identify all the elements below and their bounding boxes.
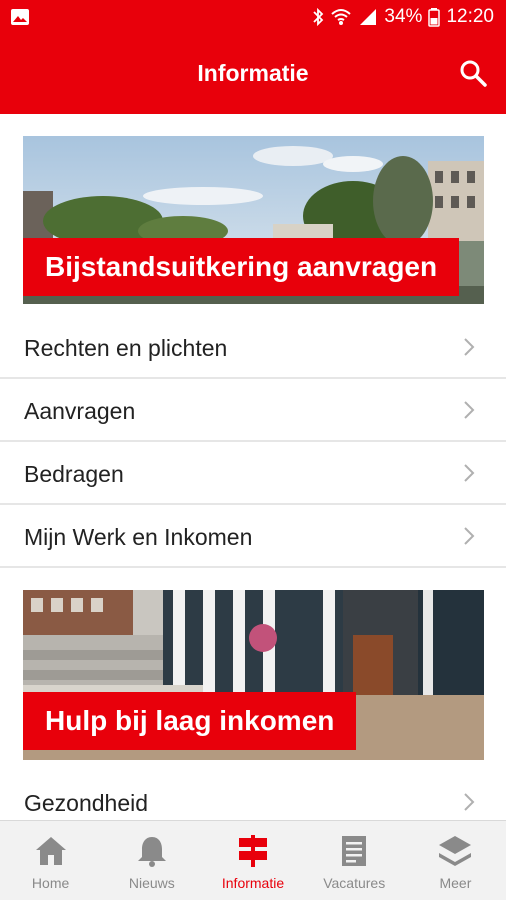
signpost-icon [239, 835, 267, 867]
nav-label: Home [31, 875, 70, 891]
nav-label: Informatie [221, 875, 285, 891]
chevron-right-icon [464, 464, 475, 482]
layers-icon [439, 836, 472, 866]
page-title: Informatie [197, 60, 309, 86]
chevron-right-icon [464, 338, 475, 356]
signal-icon [360, 9, 377, 25]
list-item-label: Bedragen [24, 461, 124, 487]
app-bar: Informatie [0, 34, 506, 114]
bell-icon [137, 837, 166, 867]
nav-nieuws[interactable]: Nieuws [101, 821, 202, 900]
nav-label: Nieuws [128, 875, 175, 891]
banner-bijstandsuitkering[interactable]: Bijstandsuitkering aanvragen [23, 136, 484, 304]
list-item-mijn-werk-en-inkomen[interactable]: Mijn Werk en Inkomen [0, 505, 506, 568]
battery-percentage: 34% [384, 6, 423, 27]
list-item-label: Mijn Werk en Inkomen [24, 524, 253, 550]
banner-label: Hulp bij laag inkomen [23, 692, 357, 750]
nav-label: Meer [439, 875, 472, 891]
nav-informatie[interactable]: Informatie [202, 821, 303, 900]
nav-home[interactable]: Home [0, 821, 101, 900]
list-item-label: Aanvragen [24, 398, 136, 424]
home-icon [35, 837, 66, 865]
banner-label: Bijstandsuitkering aanvragen [23, 238, 460, 296]
list-item-rechten-en-plichten[interactable]: Rechten en plichten [0, 316, 506, 379]
chevron-right-icon [464, 527, 475, 545]
bottom-navigation: Home Nieuws Informatie Vacatures Meer [0, 820, 506, 900]
list-item-label: Gezondheid [24, 790, 149, 816]
gallery-icon [11, 9, 29, 25]
chevron-right-icon [464, 401, 475, 419]
list-item-aanvragen[interactable]: Aanvragen [0, 379, 506, 442]
chevron-right-icon [464, 793, 475, 811]
banner-hulp-bij-laag-inkomen[interactable]: Hulp bij laag inkomen [23, 590, 484, 760]
nav-label: Vacatures [323, 875, 386, 891]
battery-icon [428, 8, 441, 27]
clock: 12:20 [446, 6, 494, 27]
wifi-icon [331, 9, 352, 25]
nav-vacatures[interactable]: Vacatures [304, 821, 405, 900]
bluetooth-icon [313, 7, 324, 27]
status-bar: 34% 12:20 [0, 0, 506, 34]
list-item-bedragen[interactable]: Bedragen [0, 442, 506, 505]
list-item-label: Rechten en plichten [24, 335, 228, 361]
document-icon [342, 836, 367, 866]
search-icon[interactable] [458, 58, 488, 88]
nav-meer[interactable]: Meer [405, 821, 506, 900]
